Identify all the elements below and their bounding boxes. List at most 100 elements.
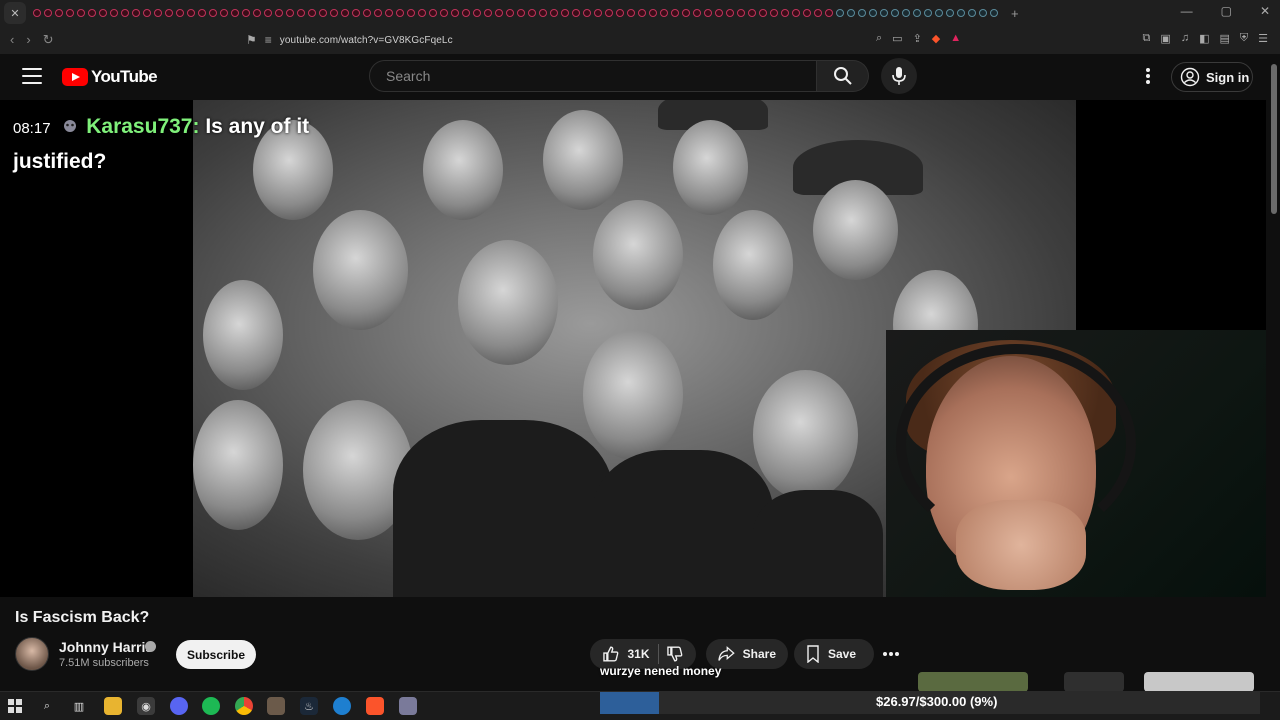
site-info-icon[interactable]: ≡ [265, 33, 272, 47]
pinned-tab-icon[interactable] [77, 9, 85, 17]
pinned-tab-icon[interactable] [726, 9, 734, 17]
scrollbar-thumb[interactable] [1271, 64, 1277, 214]
pinned-tab-icon[interactable] [748, 9, 756, 17]
pinned-tab-icon[interactable] [891, 9, 899, 17]
pinned-tab-icon[interactable] [99, 9, 107, 17]
pinned-tab-icon[interactable] [418, 9, 426, 17]
pinned-tab-icon[interactable] [935, 9, 943, 17]
app-icon[interactable] [267, 697, 285, 715]
app-icon-2[interactable] [399, 697, 417, 715]
channel-name[interactable]: Johnny Harris [59, 639, 153, 655]
sidebar-icon[interactable]: ◧ [1199, 32, 1209, 45]
pinned-tab-icon[interactable] [110, 9, 118, 17]
pinned-tab-icon[interactable] [682, 9, 690, 17]
chrome-icon[interactable] [235, 697, 253, 715]
pinned-tab-icon[interactable] [693, 9, 701, 17]
more-vert-icon[interactable] [1140, 66, 1156, 86]
pinned-tab-icon[interactable] [836, 9, 844, 17]
bookmark-icon[interactable]: ⚑ [246, 33, 257, 47]
pinned-tab-icon[interactable] [902, 9, 910, 17]
pinned-tab-icon[interactable] [627, 9, 635, 17]
pinned-tab-icon[interactable] [715, 9, 723, 17]
pinned-tab-icon[interactable] [44, 9, 52, 17]
pinned-tab-icon[interactable] [913, 9, 921, 17]
youtube-logo[interactable]: YouTube [62, 67, 158, 87]
new-tab-icon[interactable]: + [1011, 6, 1019, 21]
pinned-tab-icon[interactable] [396, 9, 404, 17]
pinned-tab-icon[interactable] [253, 9, 261, 17]
wallet-icon[interactable]: ▤ [1219, 32, 1229, 45]
pinned-tab-icon[interactable] [572, 9, 580, 17]
pinned-tab-icon[interactable] [143, 9, 151, 17]
pinned-tab-icon[interactable] [770, 9, 778, 17]
pinned-tab-icon[interactable] [330, 9, 338, 17]
steam-icon[interactable]: ♨ [300, 697, 318, 715]
pinned-tab-icon[interactable] [220, 9, 228, 17]
page-scrollbar[interactable] [1270, 64, 1278, 684]
url-text[interactable]: youtube.com/watch?v=GV8KGcFqeLc [280, 35, 453, 46]
extensions-icon[interactable]: ⧉ [1143, 32, 1151, 45]
thumbs-down-icon[interactable] [666, 645, 684, 663]
pinned-tab-icon[interactable] [803, 9, 811, 17]
pinned-tab-icon[interactable] [341, 9, 349, 17]
pinned-tab-icon[interactable] [957, 9, 965, 17]
pinned-tab-icon[interactable] [605, 9, 613, 17]
pinned-tab-icon[interactable] [561, 9, 569, 17]
pinned-tab-icon[interactable] [495, 9, 503, 17]
task-view-icon[interactable]: ▥ [70, 697, 88, 715]
pinned-tab-icon[interactable] [209, 9, 217, 17]
pinned-tab-icon[interactable] [737, 9, 745, 17]
pinned-tab-icon[interactable] [704, 9, 712, 17]
file-explorer-icon[interactable] [104, 697, 122, 715]
zoom-icon[interactable]: ⌕ [876, 32, 882, 45]
pinned-tab-icon[interactable] [132, 9, 140, 17]
pinned-tab-icon[interactable] [968, 9, 976, 17]
pinned-tab-icon[interactable] [374, 9, 382, 17]
back-icon[interactable]: ‹ [10, 32, 14, 48]
thumbs-up-icon[interactable] [602, 645, 620, 663]
pinned-tab-icon[interactable] [781, 9, 789, 17]
pinned-tab-icon[interactable] [33, 9, 41, 17]
pinned-tab-icon[interactable] [462, 9, 470, 17]
search-box[interactable] [369, 60, 817, 92]
media-icon[interactable]: ♫ [1181, 32, 1189, 45]
voice-search-button[interactable] [881, 58, 917, 94]
pinned-tab-icon[interactable] [979, 9, 987, 17]
active-tab-close-icon[interactable]: ✕ [4, 2, 26, 24]
pinned-tab-icon[interactable] [319, 9, 327, 17]
pinned-tab-icon[interactable] [429, 9, 437, 17]
pinned-tab-icon[interactable] [616, 9, 624, 17]
save-button[interactable]: Save [794, 639, 874, 669]
minimize-icon[interactable]: — [1181, 4, 1193, 18]
pinned-tab-icon[interactable] [363, 9, 371, 17]
pinned-tab-icon[interactable] [517, 9, 525, 17]
search-input[interactable] [370, 61, 816, 91]
pinned-tab-icon[interactable] [858, 9, 866, 17]
pinned-tab-icon[interactable] [275, 9, 283, 17]
pinned-tab-icon[interactable] [792, 9, 800, 17]
pinned-tab-icon[interactable] [869, 9, 877, 17]
pinned-tab-icon[interactable] [154, 9, 162, 17]
discord-icon[interactable] [170, 697, 188, 715]
avatar[interactable] [15, 637, 49, 671]
pinned-tab-icon[interactable] [451, 9, 459, 17]
edge-icon[interactable] [333, 697, 351, 715]
pinned-tab-icon[interactable] [484, 9, 492, 17]
pinned-tab-icon[interactable] [924, 9, 932, 17]
forward-icon[interactable]: › [26, 32, 30, 48]
brave-shield-icon[interactable]: ◆ [932, 32, 940, 45]
windows-start-icon[interactable] [6, 697, 24, 715]
pinned-tab-icon[interactable] [814, 9, 822, 17]
pinned-tab-icon[interactable] [264, 9, 272, 17]
search-button[interactable] [817, 60, 869, 92]
subscribe-button[interactable]: Subscribe [176, 640, 256, 669]
sign-in-button[interactable]: Sign in [1171, 62, 1253, 92]
pinned-tab-icon[interactable] [88, 9, 96, 17]
more-actions-button[interactable] [878, 640, 904, 668]
pinned-tab-icon[interactable] [297, 9, 305, 17]
url-field[interactable]: ⚑ ≡ youtube.com/watch?v=GV8KGcFqeLc [246, 30, 986, 50]
vpn-icon[interactable]: ⛨ [1240, 32, 1248, 45]
pinned-tab-icon[interactable] [990, 9, 998, 17]
pinned-tab-icon[interactable] [165, 9, 173, 17]
pinned-tab-icon[interactable] [440, 9, 448, 17]
